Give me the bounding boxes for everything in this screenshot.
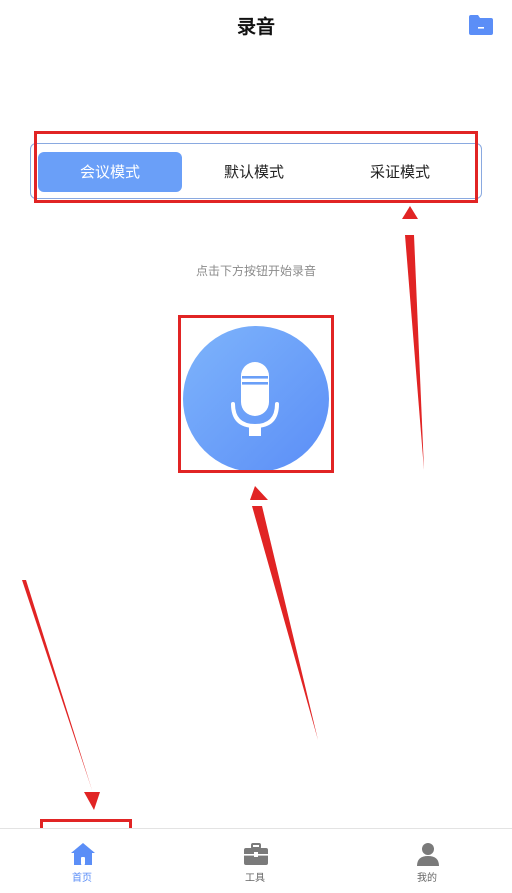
tab-tools-label: 工具 — [245, 873, 265, 884]
home-icon — [71, 843, 95, 865]
arrow-to-record-button — [252, 506, 318, 740]
folder-button[interactable] — [468, 14, 494, 36]
tab-profile[interactable]: 我的 — [377, 829, 477, 893]
mode-tabs: 会议模式 默认模式 采证模式 — [30, 143, 482, 199]
microphone-icon — [231, 362, 279, 436]
bottom-tab-bar: 首页 工具 我的 — [0, 828, 512, 893]
tab-evidence-mode[interactable]: 采证模式 — [327, 152, 473, 192]
tab-tools[interactable]: 工具 — [205, 829, 305, 893]
page-title: 录音 — [236, 16, 275, 38]
arrow-head-record-button — [250, 486, 268, 500]
tab-home[interactable]: 首页 — [32, 829, 132, 893]
record-hint: 点击下方按钮开始录音 — [195, 264, 316, 278]
arrow-head-mode-tabs — [402, 206, 418, 219]
tab-home-label: 首页 — [72, 873, 92, 884]
tab-profile-label: 我的 — [417, 873, 437, 884]
arrow-head-home-tab — [84, 792, 100, 810]
toolbox-icon — [244, 843, 268, 865]
tab-default-mode[interactable]: 默认模式 — [181, 152, 327, 192]
header: 录音 — [0, 0, 512, 52]
tab-meeting-mode[interactable]: 会议模式 — [38, 152, 182, 192]
folder-icon — [469, 15, 493, 35]
arrow-to-home-tab — [22, 580, 92, 790]
user-icon — [417, 843, 439, 866]
record-button[interactable] — [183, 326, 329, 472]
